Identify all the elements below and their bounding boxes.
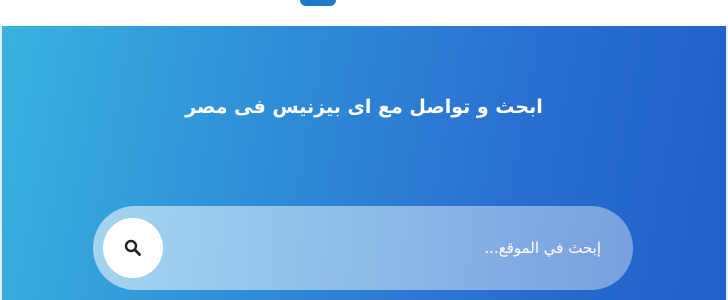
hero-banner: ابحث و تواصل مع اى بيزنيس فى مصر	[2, 26, 726, 300]
search-icon	[124, 239, 141, 256]
hero-title: ابحث و تواصل مع اى بيزنيس فى مصر	[185, 96, 543, 118]
search-button[interactable]	[103, 218, 163, 278]
search-input[interactable]	[173, 206, 613, 290]
top-header-strip	[0, 0, 728, 26]
site-logo[interactable]	[300, 0, 336, 6]
search-bar	[93, 206, 633, 290]
